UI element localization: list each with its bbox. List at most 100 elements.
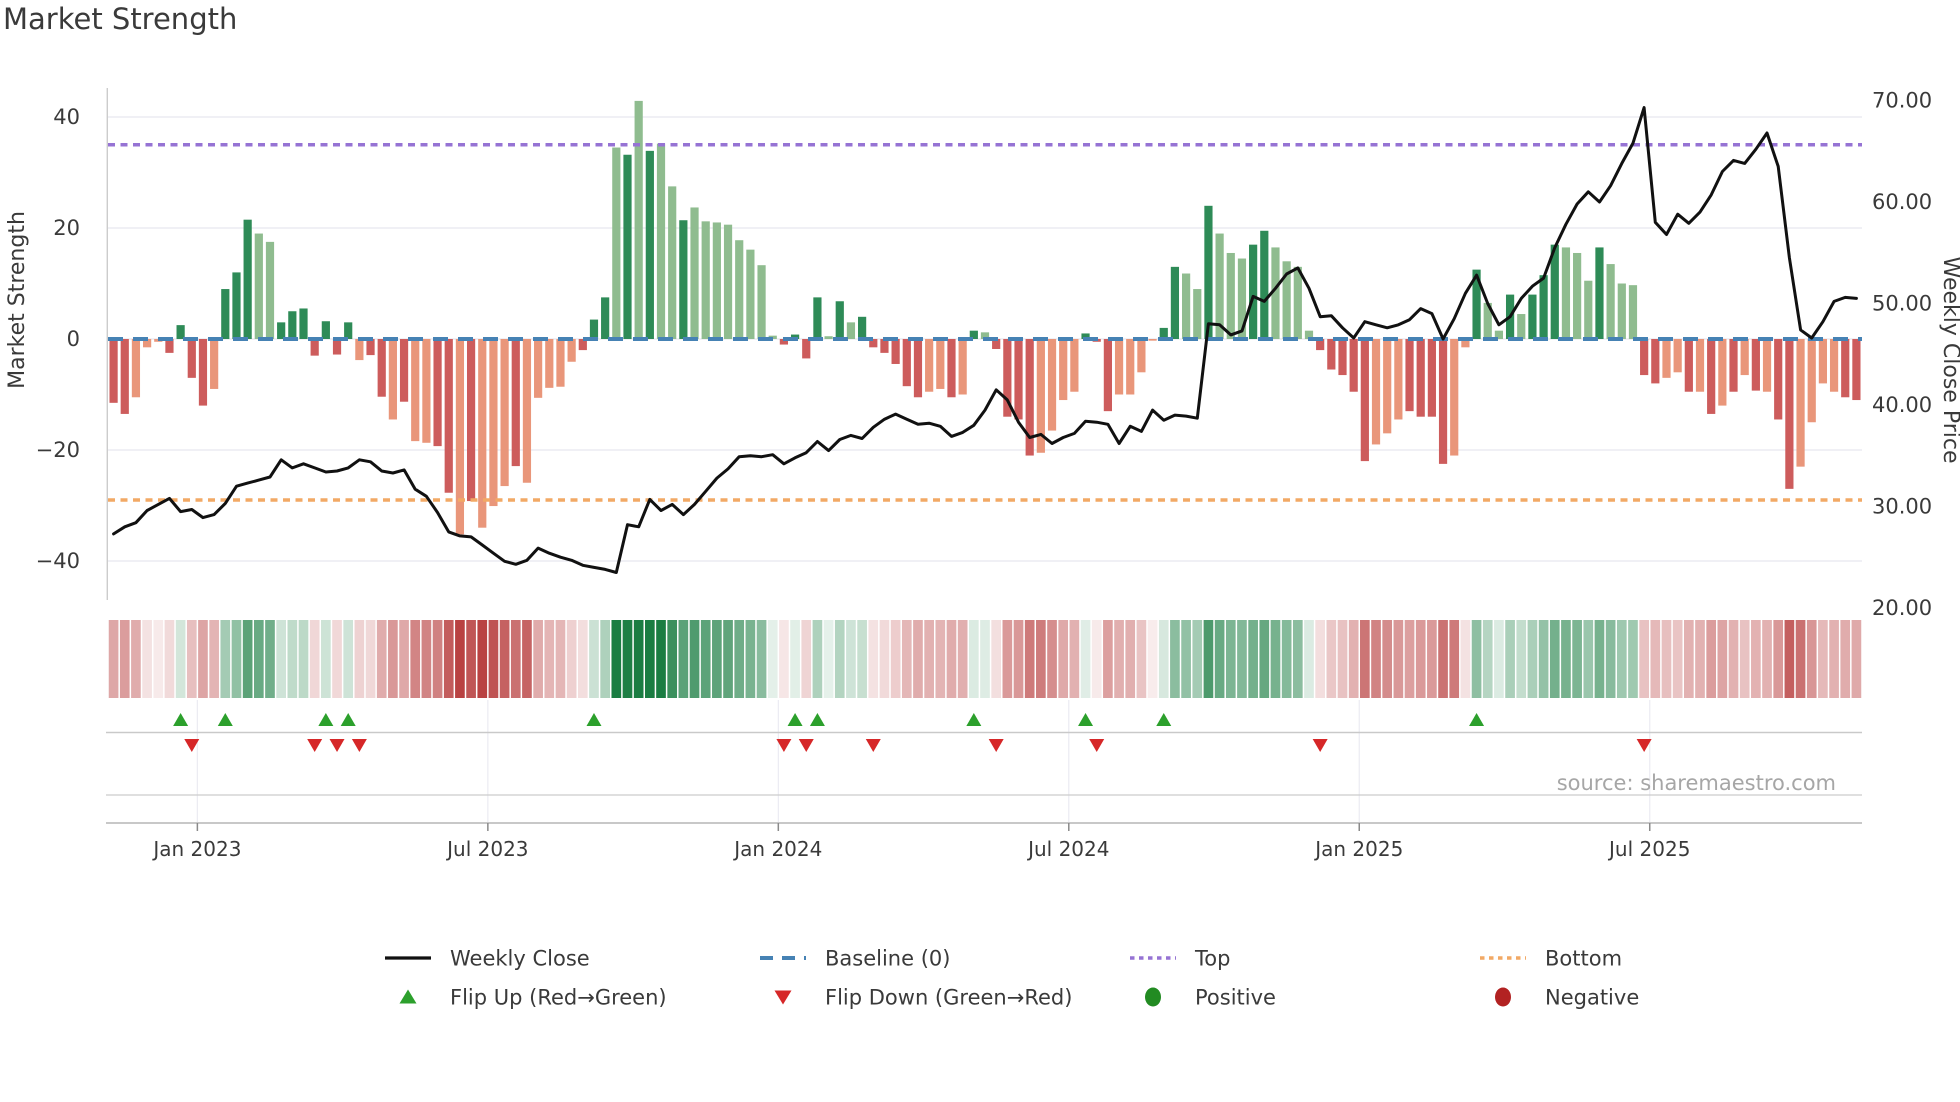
y-axis-right-tick-label: 20.00	[1872, 596, 1932, 620]
strip-cell	[1572, 620, 1582, 698]
strip-cell	[611, 620, 622, 698]
flip-down-icon	[307, 739, 323, 752]
strip-cell	[1047, 620, 1057, 698]
x-axis-tick-label: Jul 2024	[1026, 837, 1109, 861]
strip-cell	[287, 620, 298, 698]
strip-cell	[1482, 620, 1493, 698]
strength-bar	[221, 289, 230, 339]
strip-cell	[1404, 620, 1415, 698]
strip-cell	[980, 620, 990, 698]
strength-bar	[299, 308, 308, 339]
strip-cell	[276, 620, 287, 698]
flip-down-icon	[1312, 739, 1328, 752]
strip-cell	[1706, 620, 1717, 698]
strip-cell	[1851, 620, 1862, 698]
strength-bar	[891, 339, 900, 364]
strip-cell	[1147, 620, 1158, 698]
strip-cell	[957, 620, 968, 698]
strip-cell	[298, 620, 309, 698]
strip-cell	[1806, 620, 1817, 698]
legend-item-label: Flip Down (Green→Red)	[825, 986, 1072, 1010]
strength-bar	[902, 339, 911, 387]
strength-bar	[723, 224, 733, 339]
strength-bar	[411, 339, 420, 442]
strip-cell	[879, 620, 890, 698]
strip-cell	[1002, 620, 1013, 698]
strength-bar	[1628, 285, 1638, 339]
strip-cell	[801, 620, 812, 698]
strip-cell	[220, 620, 231, 698]
strip-cell	[555, 620, 566, 698]
strip-cell	[1527, 620, 1538, 698]
strength-bar	[489, 339, 498, 507]
strength-bar	[455, 339, 465, 535]
strength-bar	[1416, 339, 1425, 417]
strength-bar	[466, 339, 476, 502]
y-axis-left-tick-label: −40	[36, 549, 80, 573]
strength-bar	[712, 222, 721, 339]
flip-up-icon	[1469, 713, 1485, 726]
strip-cell	[253, 620, 264, 698]
strength-bar	[1673, 339, 1682, 373]
strength-bar	[1450, 339, 1459, 456]
strip-cell	[767, 620, 778, 698]
strength-bar	[1517, 314, 1526, 339]
strength-bar	[1438, 339, 1448, 464]
x-axis-tick-label: Jul 2025	[1607, 837, 1690, 861]
strength-bar	[1852, 339, 1861, 401]
strip-cell	[868, 620, 879, 698]
right-axis-title: Weekly Close Price	[1938, 257, 1960, 464]
strength-bar	[1584, 280, 1593, 339]
strength-bar	[1751, 339, 1760, 391]
strength-bar	[399, 339, 409, 402]
strip-cell	[1091, 620, 1102, 698]
strip-cell	[343, 620, 354, 698]
strip-cell	[645, 620, 655, 698]
strength-bar	[913, 339, 923, 398]
strip-cell	[1348, 620, 1359, 698]
strength-bar	[601, 297, 610, 339]
strip-cell	[1672, 620, 1683, 698]
x-axis-tick-label: Jan 2025	[1313, 837, 1403, 861]
legend-item-flip-down: Flip Down (Green→Red)	[774, 986, 1072, 1010]
strength-bar	[679, 220, 688, 339]
strength-bar	[1226, 252, 1235, 339]
strength-bar	[422, 339, 431, 443]
strip-cell	[1360, 620, 1370, 698]
strength-bar	[824, 336, 833, 339]
strength-bar	[690, 207, 699, 339]
strip-cell	[1695, 620, 1705, 698]
strength-bar	[433, 339, 442, 447]
strength-bar	[120, 339, 129, 414]
strength-bar	[243, 219, 252, 339]
strip-cell	[790, 620, 800, 698]
strength-bar	[511, 339, 520, 467]
strip-cell	[1561, 620, 1571, 698]
strength-bar	[1204, 205, 1213, 339]
strip-cell	[1281, 620, 1292, 698]
strip-cell	[1080, 620, 1091, 698]
strip-cell	[1784, 620, 1795, 698]
flip-up-icon	[1156, 713, 1172, 726]
strip-cell	[846, 620, 856, 698]
y-axis-left-tick-label: 20	[53, 216, 80, 240]
strength-bar	[1774, 339, 1783, 420]
strength-bar	[746, 249, 755, 339]
strength-bar	[567, 339, 576, 362]
strip-cell	[1058, 620, 1069, 698]
strength-bar	[500, 339, 509, 487]
strip-cell	[231, 620, 242, 698]
strength-bar	[634, 100, 643, 339]
flip-up-icon	[787, 713, 803, 726]
strip-cell	[186, 620, 197, 698]
strength-bar	[1539, 275, 1548, 339]
flip-down-icon	[798, 739, 814, 752]
flip-down-icon	[1089, 739, 1105, 752]
strip-cell	[1203, 620, 1214, 698]
legend-item-label: Positive	[1195, 986, 1276, 1010]
strip-cell	[1315, 620, 1325, 698]
strength-bar	[310, 339, 319, 356]
strip-cell	[1181, 620, 1191, 698]
y-axis-right-tick-label: 30.00	[1872, 494, 1932, 518]
strength-bar	[210, 339, 219, 389]
